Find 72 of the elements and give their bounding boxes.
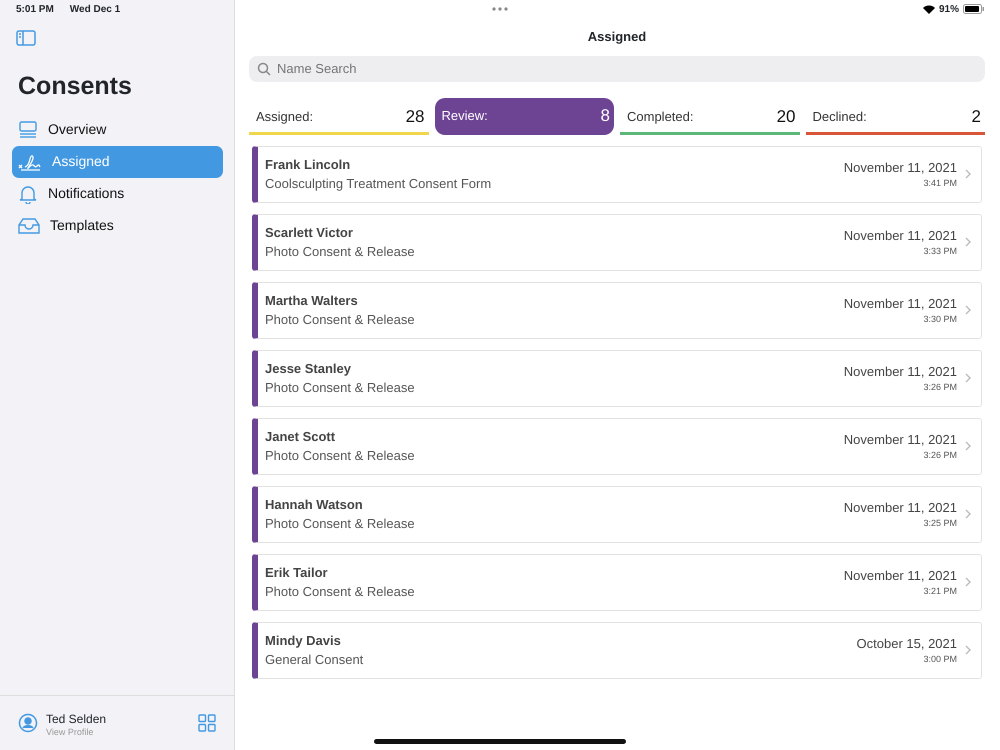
avatar-icon[interactable] (18, 713, 38, 733)
chevron-icon (965, 509, 971, 519)
form-name: Photo Consent & Release (265, 515, 416, 533)
time-text: 3:00 PM (922, 653, 957, 666)
time-text: 3:26 PM (922, 381, 957, 394)
date-text: November 11, 2021 (844, 226, 957, 244)
date-text: October 15, 2021 (856, 634, 957, 652)
patient-name: Scarlett Victor (265, 224, 354, 242)
time-text: 3:41 PM (922, 177, 957, 190)
date-text: November 11, 2021 (844, 430, 957, 448)
chevron-icon (965, 645, 971, 655)
form-name: General Consent (265, 651, 364, 669)
consent-row[interactable]: Scarlett Victor Photo Consent & Release November 11, 2021 3:33 PM (252, 214, 982, 270)
consent-row[interactable]: Mindy Davis General Consent October 15, 2021 3:00 PM (252, 622, 982, 678)
consent-row[interactable]: Frank Lincoln Coolsculpting Treatment Consent Form November 11, 2021 3:41 PM (252, 146, 982, 202)
form-name: Photo Consent & Release (265, 583, 416, 601)
sidebar-title: Consents (18, 71, 133, 102)
status-date: Wed Dec 1 (70, 2, 120, 16)
time-text: 3:26 PM (922, 449, 957, 462)
wifi-icon (922, 4, 935, 14)
search-field[interactable]: Name Search (249, 56, 985, 82)
filter-tab[interactable]: Declined: 2 (806, 98, 985, 134)
filter-tab[interactable]: Review: 8 (434, 98, 614, 134)
sidebar-item[interactable]: Overview (12, 114, 223, 146)
sidebar-item[interactable]: Templates (12, 210, 223, 242)
patient-name: Mindy Davis (265, 632, 342, 650)
signature-icon (18, 152, 42, 170)
time-text: 3:25 PM (922, 517, 957, 530)
chevron-icon (965, 373, 971, 383)
search-icon (257, 62, 271, 76)
chevron-icon (965, 169, 971, 179)
form-name: Photo Consent & Release (265, 379, 416, 397)
consent-row[interactable]: Martha Walters Photo Consent & Release November 11, 2021 3:30 PM (252, 282, 982, 338)
consent-row[interactable]: Janet Scott Photo Consent & Release November 11, 2021 3:26 PM (252, 418, 982, 474)
consent-row[interactable]: Hannah Watson Photo Consent & Release November 11, 2021 3:25 PM (252, 486, 982, 542)
patient-name: Janet Scott (265, 428, 336, 446)
tray-icon (18, 216, 40, 234)
patient-name: Jesse Stanley (265, 360, 352, 378)
consent-row[interactable]: Jesse Stanley Photo Consent & Release November 11, 2021 3:26 PM (252, 350, 982, 406)
chevron-icon (965, 237, 971, 247)
sidebar-item[interactable]: Notifications (12, 178, 223, 210)
date-text: November 11, 2021 (844, 362, 957, 380)
form-name: Photo Consent & Release (265, 447, 416, 465)
time-text: 3:33 PM (922, 245, 957, 258)
form-name: Photo Consent & Release (265, 243, 416, 261)
grid-icon[interactable] (198, 714, 216, 732)
form-name: Photo Consent & Release (265, 311, 416, 329)
status-time: 5:01 PM (16, 2, 54, 16)
date-text: November 11, 2021 (844, 498, 957, 516)
date-text: November 11, 2021 (844, 566, 957, 584)
list-icon (18, 120, 38, 138)
filter-tab[interactable]: Assigned: 28 (249, 98, 428, 134)
patient-name: Martha Walters (265, 292, 359, 310)
patient-name: Frank Lincoln (265, 156, 352, 174)
filter-tab[interactable]: Completed: 20 (620, 98, 800, 134)
form-name: Coolsculpting Treatment Consent Form (265, 175, 492, 193)
battery-percent: 91% (938, 2, 959, 16)
profile-name: Ted Selden (46, 710, 106, 728)
more-dots-icon[interactable] (492, 7, 508, 11)
patient-name: Erik Tailor (265, 564, 329, 582)
consent-row[interactable]: Erik Tailor Photo Consent & Release November 11, 2021 3:21 PM (252, 554, 982, 610)
patient-name: Hannah Watson (265, 496, 364, 514)
time-text: 3:21 PM (922, 585, 957, 598)
date-text: November 11, 2021 (844, 158, 957, 176)
chevron-icon (965, 441, 971, 451)
chevron-icon (965, 305, 971, 315)
battery-icon (963, 4, 985, 14)
chevron-icon (965, 577, 971, 587)
time-text: 3:30 PM (922, 313, 957, 326)
bell-icon (18, 184, 38, 204)
page-title: Assigned (588, 28, 646, 46)
date-text: November 11, 2021 (844, 294, 957, 312)
